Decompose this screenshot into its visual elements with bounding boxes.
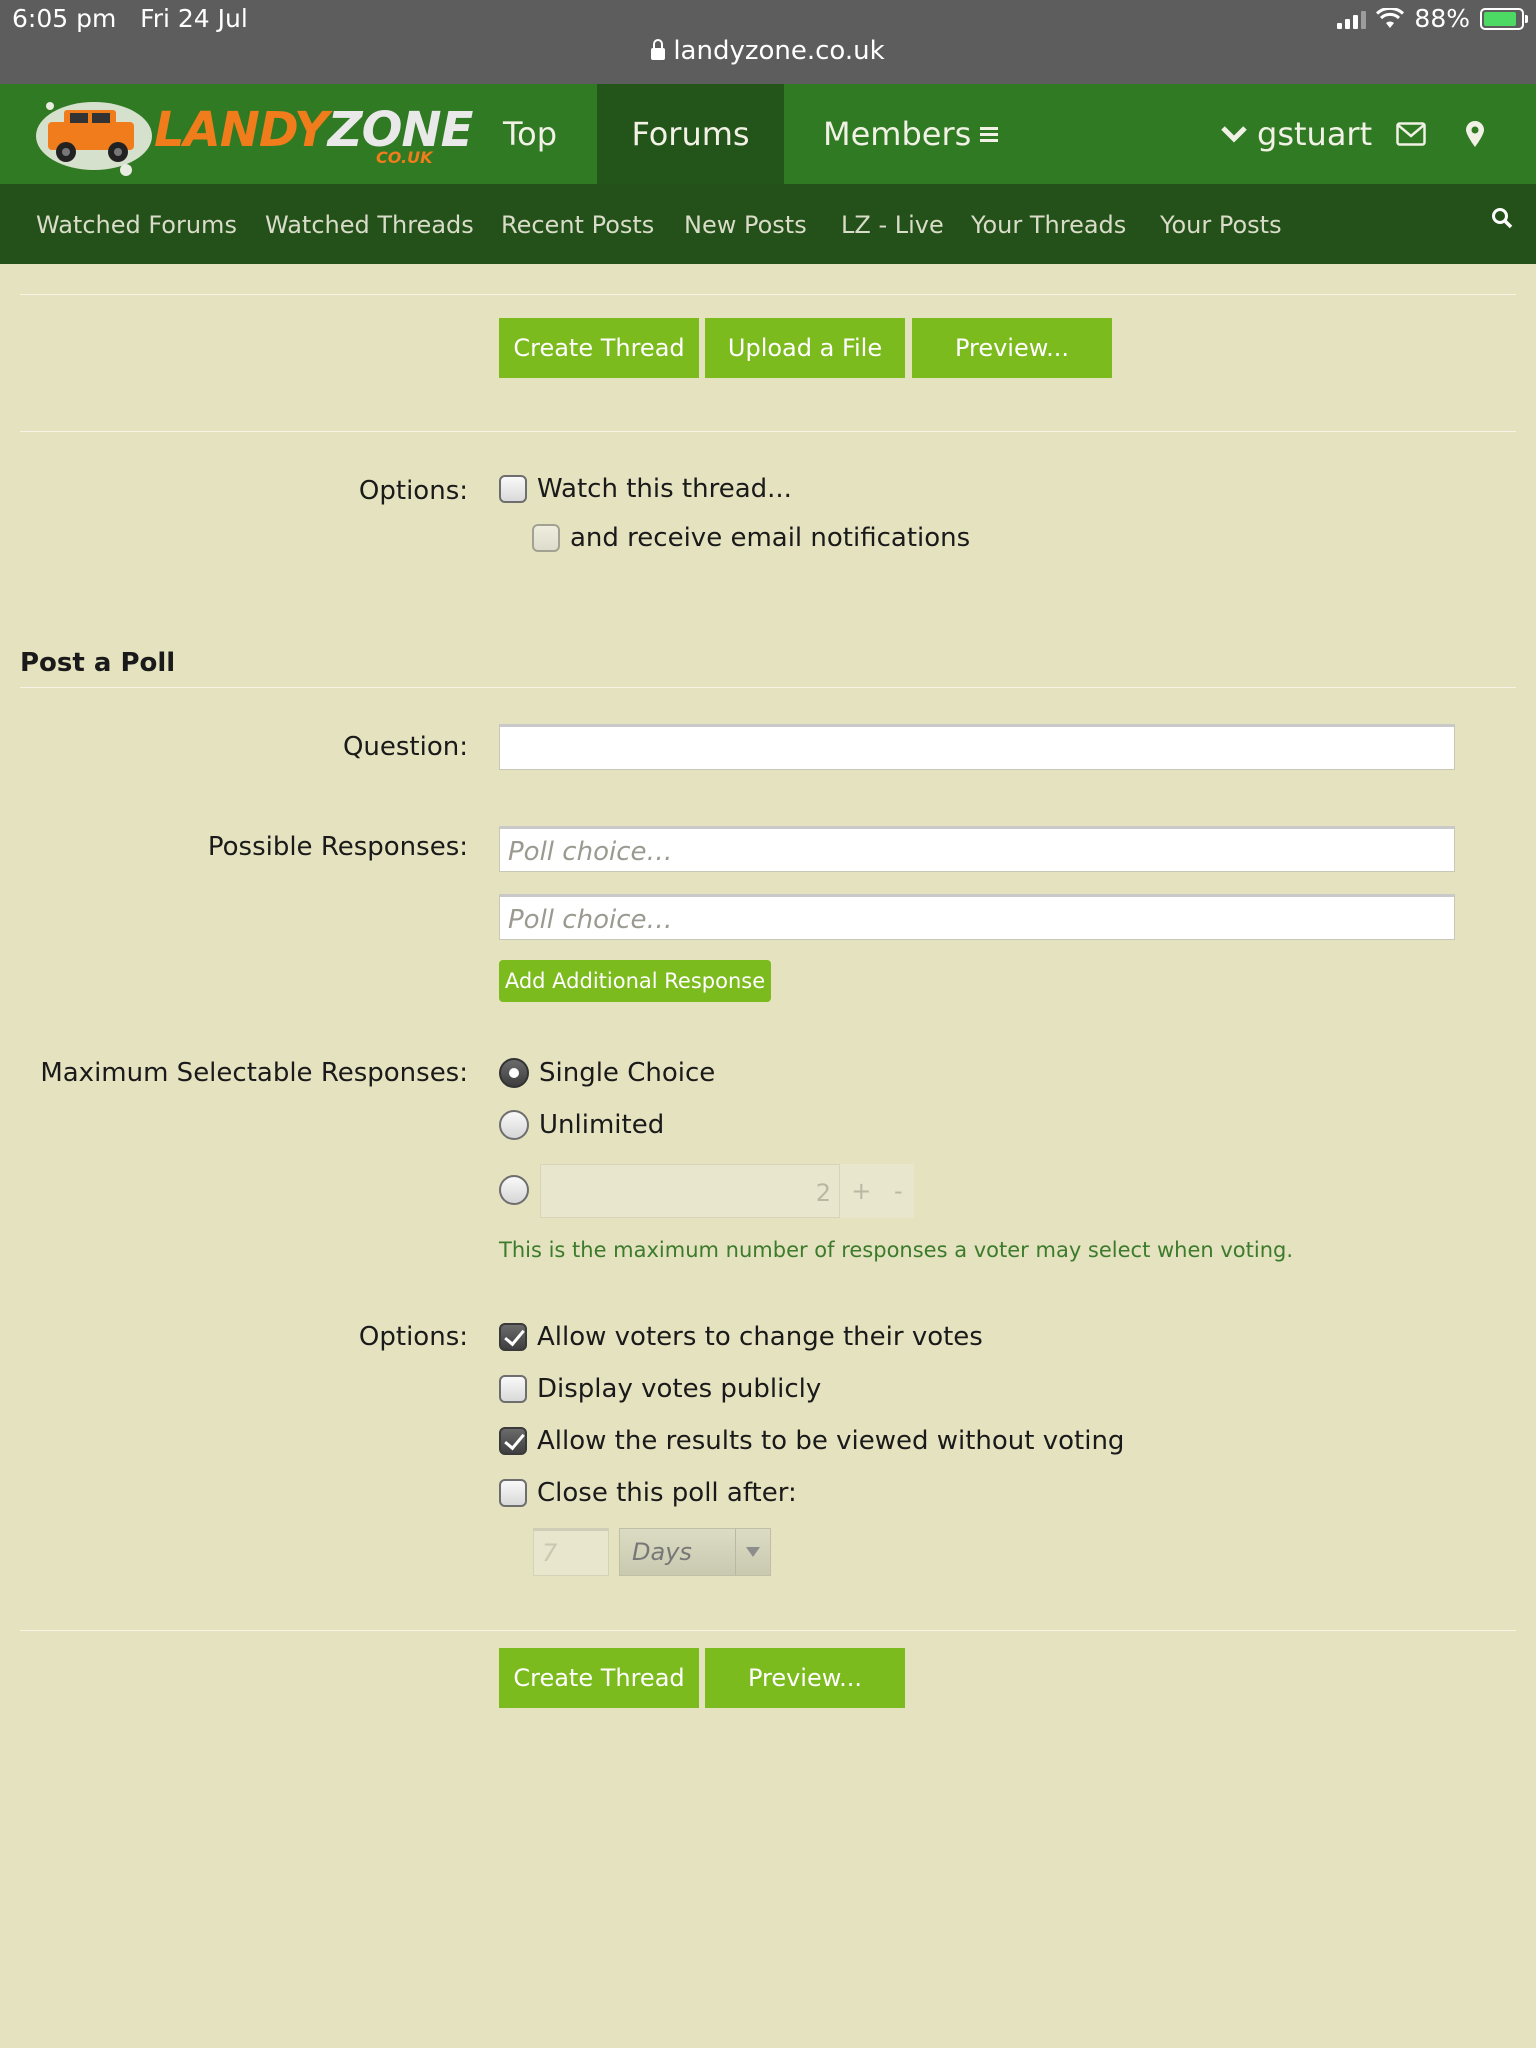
single-choice-label: Single Choice — [539, 1058, 716, 1088]
envelope-icon[interactable] — [1396, 84, 1426, 184]
tab-members-label: Members — [823, 115, 972, 153]
poll-choice-input-1[interactable]: Poll choice… — [499, 826, 1455, 872]
subnav-watched-threads[interactable]: Watched Threads — [265, 184, 474, 264]
divider — [20, 687, 1516, 688]
upload-file-button[interactable]: Upload a File — [705, 318, 905, 378]
change-votes-checkbox[interactable] — [499, 1323, 527, 1351]
status-date: Fri 24 Jul — [140, 4, 248, 33]
divider — [20, 1630, 1516, 1631]
thread-options-label: Options: — [358, 476, 468, 506]
custom-max-option[interactable] — [499, 1175, 539, 1205]
map-pin-icon[interactable] — [1465, 84, 1485, 184]
watch-thread-checkbox[interactable] — [499, 475, 527, 503]
email-notifications-label: and receive email notifications — [570, 523, 971, 553]
custom-max-radio[interactable] — [499, 1175, 529, 1205]
subnav-lz-live[interactable]: LZ - Live — [841, 184, 944, 264]
unlimited-radio[interactable] — [499, 1110, 529, 1140]
site-logo[interactable]: LANDYZONE CO.UK — [34, 84, 473, 184]
preview-button-bottom[interactable]: Preview... — [705, 1648, 905, 1708]
view-results-option[interactable]: Allow the results to be viewed without v… — [499, 1426, 1124, 1456]
max-responses-stepper: + - — [840, 1164, 914, 1218]
view-results-label: Allow the results to be viewed without v… — [537, 1426, 1125, 1456]
close-after-number-field[interactable]: 7 — [533, 1528, 609, 1576]
dropdown-arrow-icon — [735, 1529, 770, 1575]
display-votes-label: Display votes publicly — [537, 1374, 822, 1404]
close-after-unit-value: Days — [632, 1538, 692, 1566]
chevron-down-icon[interactable] — [1220, 84, 1248, 184]
wifi-icon — [1376, 7, 1405, 28]
unlimited-option[interactable]: Unlimited — [499, 1110, 664, 1140]
unlimited-label: Unlimited — [539, 1110, 665, 1140]
tab-members[interactable]: Members — [823, 84, 971, 184]
display-votes-option[interactable]: Display votes publicly — [499, 1374, 821, 1404]
divider — [20, 431, 1516, 432]
tab-top[interactable]: Top — [503, 84, 557, 184]
close-poll-label: Close this poll after: — [537, 1478, 797, 1508]
status-indicators: 88% — [1337, 4, 1528, 33]
max-responses-label: Maximum Selectable Responses: — [40, 1058, 468, 1088]
watch-thread-option[interactable]: Watch this thread... — [499, 474, 792, 504]
landrover-logo-icon — [36, 102, 152, 176]
sub-navigation: Watched Forums Watched Threads Recent Po… — [0, 184, 1536, 264]
close-poll-checkbox[interactable] — [499, 1479, 527, 1507]
email-notifications-checkbox[interactable] — [532, 524, 560, 552]
max-responses-hint: This is the maximum number of responses … — [499, 1238, 1294, 1262]
subnav-your-posts[interactable]: Your Posts — [1160, 184, 1282, 264]
single-choice-radio[interactable] — [499, 1058, 529, 1088]
battery-icon — [1480, 7, 1528, 30]
status-bar: 6:05 pm Fri 24 Jul 88% landyzone.co.uk — [0, 0, 1536, 84]
email-notifications-option[interactable]: and receive email notifications — [532, 523, 970, 553]
lock-icon — [651, 39, 666, 60]
single-choice-option[interactable]: Single Choice — [499, 1058, 715, 1088]
question-input[interactable] — [499, 724, 1455, 770]
poll-options-label: Options: — [358, 1322, 468, 1352]
subnav-your-threads[interactable]: Your Threads — [971, 184, 1126, 264]
max-responses-number-field[interactable]: 2 — [540, 1164, 840, 1218]
status-time: 6:05 pm Fri 24 Jul — [12, 4, 248, 33]
search-icon[interactable] — [1490, 206, 1514, 234]
cellular-signal-icon — [1337, 9, 1367, 29]
view-results-checkbox[interactable] — [499, 1427, 527, 1455]
divider — [20, 294, 1516, 295]
poll-choice-input-2[interactable]: Poll choice… — [499, 894, 1455, 940]
url-bar[interactable]: landyzone.co.uk — [0, 36, 1536, 66]
logo-domain-suffix: CO.UK — [376, 148, 433, 167]
url-text: landyzone.co.uk — [673, 36, 885, 66]
main-navigation: LANDYZONE CO.UK Top Forums Members gstua… — [0, 84, 1536, 184]
subnav-recent-posts[interactable]: Recent Posts — [501, 184, 654, 264]
display-votes-checkbox[interactable] — [499, 1375, 527, 1403]
subnav-new-posts[interactable]: New Posts — [684, 184, 807, 264]
watch-thread-label: Watch this thread... — [537, 474, 792, 504]
preview-button[interactable]: Preview... — [912, 318, 1112, 378]
create-thread-button-bottom[interactable]: Create Thread — [499, 1648, 699, 1708]
question-label: Question: — [342, 732, 468, 762]
members-menu-icon[interactable] — [980, 84, 998, 184]
battery-percent: 88% — [1414, 4, 1470, 33]
user-menu[interactable]: gstuart — [1257, 84, 1372, 184]
add-response-button[interactable]: Add Additional Response — [499, 960, 771, 1002]
create-thread-button[interactable]: Create Thread — [499, 318, 699, 378]
decrement-button[interactable]: - — [894, 1177, 903, 1205]
possible-responses-label: Possible Responses: — [207, 832, 468, 862]
increment-button[interactable]: + — [851, 1177, 871, 1205]
close-after-unit-select[interactable]: Days — [619, 1528, 771, 1576]
tab-forums[interactable]: Forums — [597, 84, 784, 184]
post-poll-heading: Post a Poll — [20, 648, 176, 678]
subnav-watched-forums[interactable]: Watched Forums — [36, 184, 237, 264]
close-poll-option[interactable]: Close this poll after: — [499, 1478, 797, 1508]
change-votes-option[interactable]: Allow voters to change their votes — [499, 1322, 983, 1352]
change-votes-label: Allow voters to change their votes — [537, 1322, 983, 1352]
